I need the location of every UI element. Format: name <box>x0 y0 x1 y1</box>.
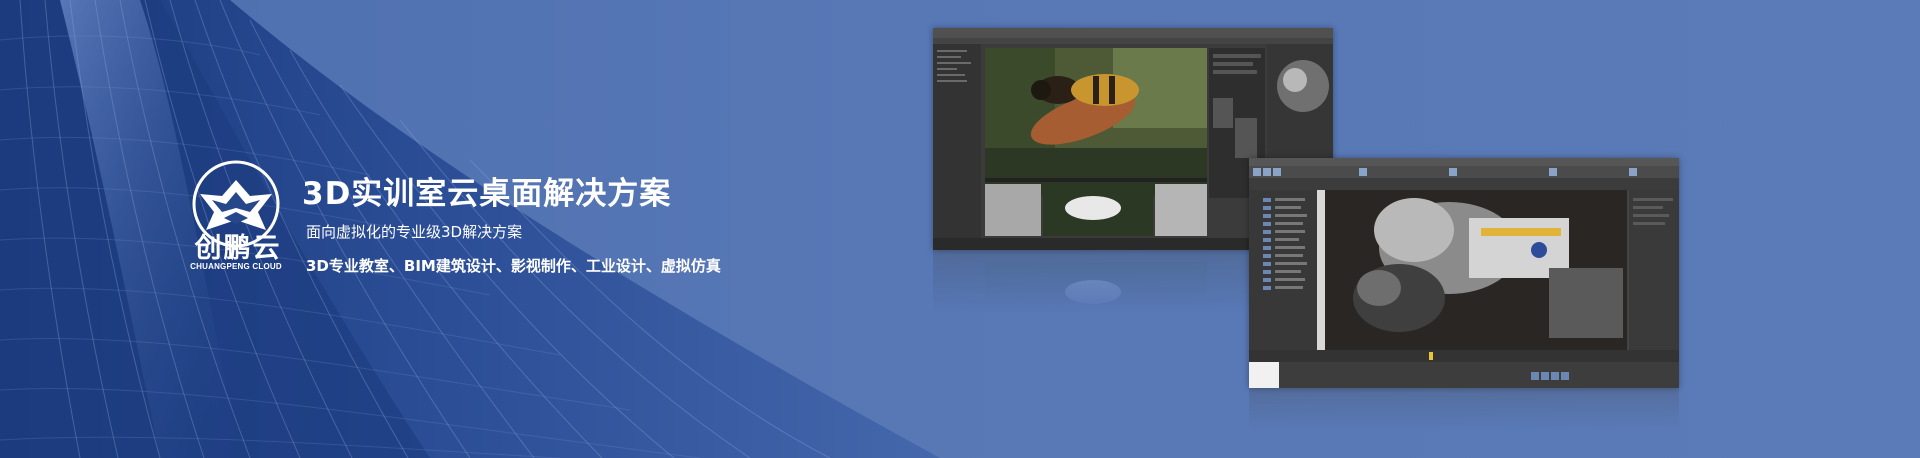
max-spaceship-screenshot <box>1249 158 1679 388</box>
page-subtitle: 面向虚拟化的专业级3D解决方案 <box>306 223 523 241</box>
page-title: 3D实训室云桌面解决方案 <box>302 176 672 212</box>
max-reflection <box>1249 388 1679 448</box>
3d-software-window-icon <box>1249 158 1679 388</box>
logo-subtext: CHUANGPENG CLOUD <box>190 262 282 271</box>
logo-brand-text: 创鹏云 <box>194 233 282 264</box>
field-list: 3D专业教室、BIM建筑设计、影视制作、工业设计、虚拟仿真 <box>306 257 721 275</box>
